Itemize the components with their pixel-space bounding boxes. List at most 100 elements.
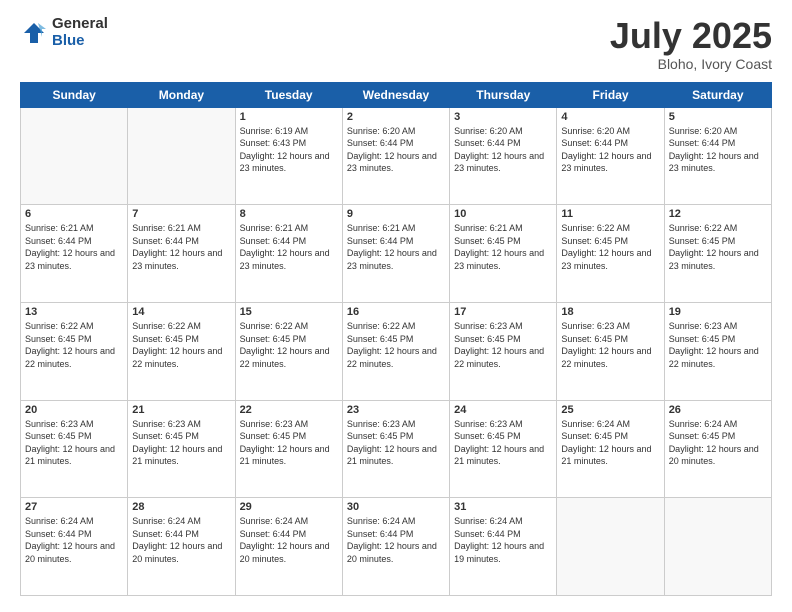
weekday-header-row: SundayMondayTuesdayWednesdayThursdayFrid… (21, 82, 772, 107)
day-number: 15 (240, 306, 338, 318)
day-info: Sunrise: 6:23 AM Sunset: 6:45 PM Dayligh… (132, 418, 230, 468)
location: Bloho, Ivory Coast (610, 56, 772, 72)
day-number: 28 (132, 501, 230, 513)
calendar-cell: 16 Sunrise: 6:22 AM Sunset: 6:45 PM Dayli… (342, 302, 449, 400)
calendar-cell: 7 Sunrise: 6:21 AM Sunset: 6:44 PM Daylig… (128, 205, 235, 303)
calendar-cell: 21 Sunrise: 6:23 AM Sunset: 6:45 PM Dayli… (128, 400, 235, 498)
day-info: Sunrise: 6:24 AM Sunset: 6:44 PM Dayligh… (132, 515, 230, 565)
weekday-tuesday: Tuesday (235, 82, 342, 107)
day-info: Sunrise: 6:21 AM Sunset: 6:44 PM Dayligh… (25, 222, 123, 272)
day-info: Sunrise: 6:23 AM Sunset: 6:45 PM Dayligh… (25, 418, 123, 468)
day-number: 18 (561, 306, 659, 318)
day-info: Sunrise: 6:22 AM Sunset: 6:45 PM Dayligh… (347, 320, 445, 370)
weekday-wednesday: Wednesday (342, 82, 449, 107)
calendar-cell: 17 Sunrise: 6:23 AM Sunset: 6:45 PM Dayli… (450, 302, 557, 400)
day-number: 1 (240, 111, 338, 123)
day-info: Sunrise: 6:21 AM Sunset: 6:45 PM Dayligh… (454, 222, 552, 272)
calendar-cell: 9 Sunrise: 6:21 AM Sunset: 6:44 PM Daylig… (342, 205, 449, 303)
calendar-cell: 23Sunrise: 6:23 AM Sunset: 6:45 PM Dayli… (342, 400, 449, 498)
day-info: Sunrise: 6:24 AM Sunset: 6:45 PM Dayligh… (561, 418, 659, 468)
day-info: Sunrise: 6:22 AM Sunset: 6:45 PM Dayligh… (132, 320, 230, 370)
month-title: July 2025 (610, 16, 772, 56)
calendar-cell: 4Sunrise: 6:20 AM Sunset: 6:44 PM Daylig… (557, 107, 664, 205)
week-row-2: 6 Sunrise: 6:21 AM Sunset: 6:44 PM Daylig… (21, 205, 772, 303)
calendar-cell: 27Sunrise: 6:24 AM Sunset: 6:44 PM Dayli… (21, 498, 128, 596)
day-number: 6 (25, 208, 123, 220)
day-number: 10 (454, 208, 552, 220)
logo-icon (20, 19, 48, 47)
calendar-cell: 10 Sunrise: 6:21 AM Sunset: 6:45 PM Dayli… (450, 205, 557, 303)
weekday-thursday: Thursday (450, 82, 557, 107)
day-info: Sunrise: 6:24 AM Sunset: 6:44 PM Dayligh… (240, 515, 338, 565)
day-number: 17 (454, 306, 552, 318)
calendar-cell: 28 Sunrise: 6:24 AM Sunset: 6:44 PM Dayli… (128, 498, 235, 596)
day-info: Sunrise: 6:23 AM Sunset: 6:45 PM Dayligh… (240, 418, 338, 468)
day-info: Sunrise: 6:24 AM Sunset: 6:44 PM Dayligh… (25, 515, 123, 565)
calendar-cell: 3 Sunrise: 6:20 AM Sunset: 6:44 PM Daylig… (450, 107, 557, 205)
day-info: Sunrise: 6:23 AM Sunset: 6:45 PM Dayligh… (669, 320, 767, 370)
calendar-cell: 19 Sunrise: 6:23 AM Sunset: 6:45 PM Dayli… (664, 302, 771, 400)
calendar-cell: 13Sunrise: 6:22 AM Sunset: 6:45 PM Dayli… (21, 302, 128, 400)
day-info: Sunrise: 6:20 AM Sunset: 6:44 PM Dayligh… (669, 125, 767, 175)
weekday-sunday: Sunday (21, 82, 128, 107)
day-info: Sunrise: 6:21 AM Sunset: 6:44 PM Dayligh… (347, 222, 445, 272)
calendar-cell: 15 Sunrise: 6:22 AM Sunset: 6:45 PM Dayli… (235, 302, 342, 400)
calendar-cell: 30Sunrise: 6:24 AM Sunset: 6:44 PM Dayli… (342, 498, 449, 596)
day-number: 2 (347, 111, 445, 123)
logo-text: General Blue (52, 16, 108, 49)
calendar-table: SundayMondayTuesdayWednesdayThursdayFrid… (20, 82, 772, 596)
weekday-saturday: Saturday (664, 82, 771, 107)
day-number: 24 (454, 404, 552, 416)
calendar-cell: 11Sunrise: 6:22 AM Sunset: 6:45 PM Dayli… (557, 205, 664, 303)
day-number: 20 (25, 404, 123, 416)
calendar-cell: 26Sunrise: 6:24 AM Sunset: 6:45 PM Dayli… (664, 400, 771, 498)
weekday-monday: Monday (128, 82, 235, 107)
day-info: Sunrise: 6:20 AM Sunset: 6:44 PM Dayligh… (347, 125, 445, 175)
day-info: Sunrise: 6:23 AM Sunset: 6:45 PM Dayligh… (454, 418, 552, 468)
calendar-cell (128, 107, 235, 205)
calendar-page: General Blue July 2025 Bloho, Ivory Coas… (0, 0, 792, 612)
calendar-cell: 31Sunrise: 6:24 AM Sunset: 6:44 PM Dayli… (450, 498, 557, 596)
day-number: 25 (561, 404, 659, 416)
calendar-cell (557, 498, 664, 596)
logo: General Blue (20, 16, 108, 49)
day-number: 3 (454, 111, 552, 123)
calendar-cell: 25 Sunrise: 6:24 AM Sunset: 6:45 PM Dayli… (557, 400, 664, 498)
calendar-body: 1 Sunrise: 6:19 AM Sunset: 6:43 PM Daylig… (21, 107, 772, 595)
day-number: 26 (669, 404, 767, 416)
calendar-cell: 29Sunrise: 6:24 AM Sunset: 6:44 PM Dayli… (235, 498, 342, 596)
day-number: 19 (669, 306, 767, 318)
day-number: 13 (25, 306, 123, 318)
calendar-cell (664, 498, 771, 596)
day-number: 12 (669, 208, 767, 220)
day-number: 8 (240, 208, 338, 220)
day-info: Sunrise: 6:19 AM Sunset: 6:43 PM Dayligh… (240, 125, 338, 175)
day-info: Sunrise: 6:20 AM Sunset: 6:44 PM Dayligh… (561, 125, 659, 175)
calendar-cell: 1 Sunrise: 6:19 AM Sunset: 6:43 PM Daylig… (235, 107, 342, 205)
calendar-cell: 18 Sunrise: 6:23 AM Sunset: 6:45 PM Dayli… (557, 302, 664, 400)
week-row-1: 1 Sunrise: 6:19 AM Sunset: 6:43 PM Daylig… (21, 107, 772, 205)
calendar-cell: 14Sunrise: 6:22 AM Sunset: 6:45 PM Dayli… (128, 302, 235, 400)
day-number: 16 (347, 306, 445, 318)
calendar-cell: 5 Sunrise: 6:20 AM Sunset: 6:44 PM Daylig… (664, 107, 771, 205)
day-info: Sunrise: 6:20 AM Sunset: 6:44 PM Dayligh… (454, 125, 552, 175)
day-info: Sunrise: 6:24 AM Sunset: 6:44 PM Dayligh… (347, 515, 445, 565)
day-info: Sunrise: 6:23 AM Sunset: 6:45 PM Dayligh… (454, 320, 552, 370)
week-row-3: 13 Sunrise: 6:22 AM Sunset: 6:45 PM Dayli… (21, 302, 772, 400)
day-number: 5 (669, 111, 767, 123)
weekday-friday: Friday (557, 82, 664, 107)
day-info: Sunrise: 6:21 AM Sunset: 6:44 PM Dayligh… (132, 222, 230, 272)
calendar-cell: 24 Sunrise: 6:23 AM Sunset: 6:45 PM Dayli… (450, 400, 557, 498)
day-number: 21 (132, 404, 230, 416)
day-info: Sunrise: 6:23 AM Sunset: 6:45 PM Dayligh… (561, 320, 659, 370)
logo-general: General (52, 16, 108, 33)
day-number: 9 (347, 208, 445, 220)
day-info: Sunrise: 6:22 AM Sunset: 6:45 PM Dayligh… (240, 320, 338, 370)
day-number: 22 (240, 404, 338, 416)
day-info: Sunrise: 6:22 AM Sunset: 6:45 PM Dayligh… (669, 222, 767, 272)
day-info: Sunrise: 6:21 AM Sunset: 6:44 PM Dayligh… (240, 222, 338, 272)
calendar-cell: 6 Sunrise: 6:21 AM Sunset: 6:44 PM Daylig… (21, 205, 128, 303)
logo-blue: Blue (52, 33, 108, 50)
header: General Blue July 2025 Bloho, Ivory Coas… (20, 16, 772, 72)
day-number: 7 (132, 208, 230, 220)
